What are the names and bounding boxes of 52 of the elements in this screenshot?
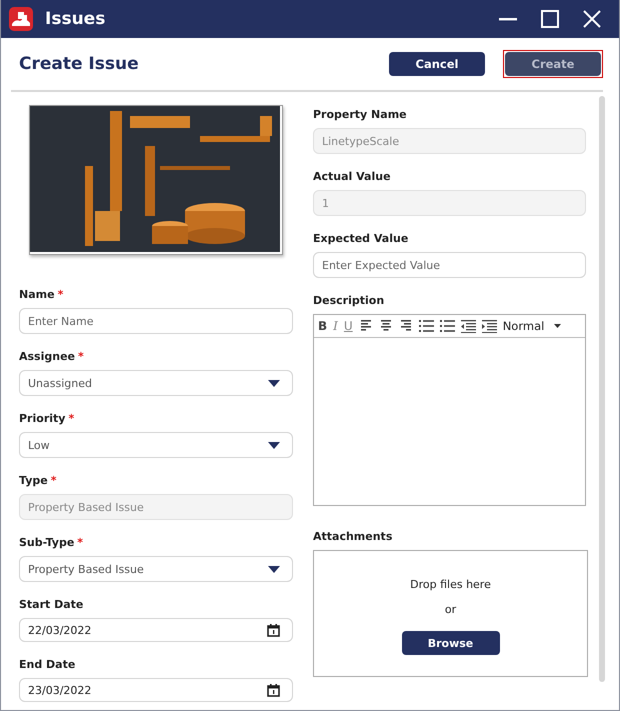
field-label: Type: [19, 474, 48, 488]
close-icon[interactable]: [583, 10, 601, 28]
calendar-icon[interactable]: [267, 684, 280, 696]
bullet-list-icon[interactable]: [440, 320, 455, 332]
field-label: Expected Value: [313, 232, 408, 246]
caret-icon: [554, 324, 562, 328]
scrollbar[interactable]: [599, 96, 605, 682]
input-field[interactable]: Enter Expected Value: [313, 252, 586, 278]
date-field[interactable]: 23/03/2022: [19, 678, 293, 702]
window-title: Issues: [45, 9, 106, 29]
underline-button[interactable]: U: [344, 319, 353, 333]
outdent-icon[interactable]: [460, 320, 476, 332]
caret-icon: [268, 566, 280, 572]
dropdown[interactable]: Low: [19, 432, 293, 458]
drop-zone[interactable]: Drop files here or Browse: [313, 550, 588, 677]
field-label: Attachments: [313, 530, 392, 544]
cancel-button[interactable]: Cancel: [389, 52, 485, 76]
italic-button[interactable]: I: [333, 319, 338, 333]
required-mark: *: [58, 288, 64, 302]
field-label: Assignee: [19, 350, 76, 364]
indent-icon[interactable]: [482, 320, 497, 332]
required-mark: *: [77, 536, 84, 550]
field-label: End Date: [19, 658, 76, 672]
bold-button[interactable]: B: [318, 319, 328, 333]
required-mark: *: [68, 412, 74, 426]
required-mark: *: [78, 350, 84, 364]
field-label: Name: [19, 288, 55, 302]
numbered-list-icon[interactable]: [418, 320, 434, 332]
browse-button[interactable]: Browse: [402, 631, 500, 655]
field-label: Actual Value: [313, 170, 391, 184]
app-logo-icon: [9, 7, 33, 31]
field-label: Start Date: [19, 598, 84, 612]
field-label: Sub-Type: [19, 536, 74, 550]
align-center-icon[interactable]: [378, 320, 393, 332]
required-mark: *: [50, 474, 56, 488]
date-field[interactable]: 22/03/2022: [19, 618, 293, 642]
field-label: Priority: [19, 412, 66, 426]
maximize-icon[interactable]: [541, 10, 559, 28]
caret-icon: [268, 442, 280, 448]
caret-icon: [268, 380, 280, 386]
align-left-icon[interactable]: [358, 320, 373, 332]
separator-text: or: [444, 604, 456, 615]
input-field[interactable]: Enter Name: [19, 308, 293, 334]
calendar-icon[interactable]: [267, 624, 280, 636]
drop-text: Drop files here: [410, 579, 491, 590]
field-label: Description: [313, 294, 384, 308]
align-right-icon[interactable]: [398, 320, 413, 332]
dropdown[interactable]: Property Based Issue: [19, 556, 293, 582]
dropdown[interactable]: Unassigned: [19, 370, 293, 396]
page-title: Create Issue: [19, 54, 139, 74]
field-label: Property Name: [313, 108, 407, 122]
format-dropdown[interactable]: Normal: [502, 319, 562, 333]
